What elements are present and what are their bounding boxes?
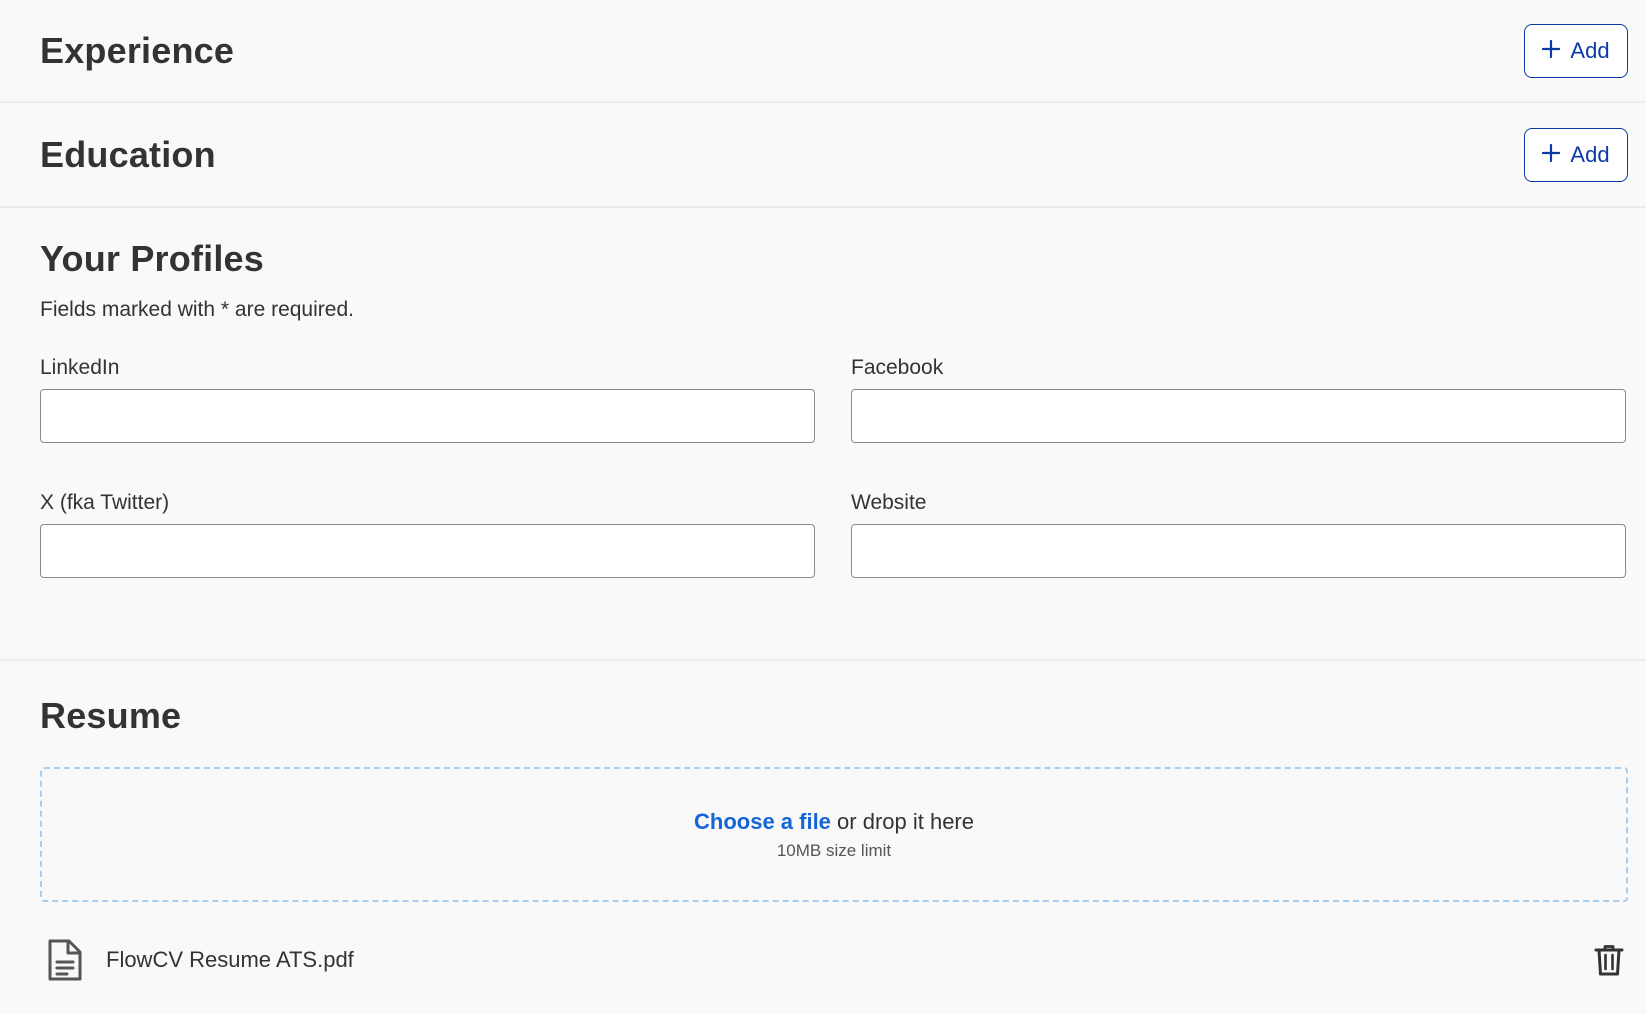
required-note: Fields marked with * are required. (40, 298, 354, 321)
education-title: Education (40, 133, 216, 175)
facebook-label: Facebook (851, 356, 944, 379)
choose-file-link[interactable]: Choose a file (694, 809, 831, 834)
website-input[interactable] (851, 524, 1626, 578)
linkedin-field-group: LinkedIn (40, 356, 815, 443)
plus-icon (1542, 142, 1561, 168)
plus-icon (1542, 38, 1561, 64)
twitter-input[interactable] (40, 524, 815, 578)
add-education-button[interactable]: Add (1524, 127, 1628, 182)
profiles-section: Your Profiles Fields marked with * are r… (0, 208, 1646, 661)
application-form: Experience Add Education Add Your Profil… (0, 0, 1646, 1014)
linkedin-input[interactable] (40, 389, 815, 443)
resume-title: Resume (40, 695, 182, 736)
drop-text: or drop it here (830, 808, 974, 834)
resume-section: Resume Choose a file or drop it here 10M… (0, 661, 1646, 982)
size-limit-text: 10MB size limit (776, 840, 892, 860)
twitter-field-group: X (fka Twitter) (40, 491, 815, 578)
add-experience-label: Add (1570, 37, 1610, 63)
document-icon (46, 938, 84, 982)
uploaded-file-name: FlowCV Resume ATS.pdf (106, 947, 354, 972)
trash-icon[interactable] (1594, 944, 1624, 976)
profiles-field-grid: LinkedIn Facebook X (fka Twitter) Websit… (40, 356, 1628, 578)
experience-section: Experience Add (0, 0, 1646, 103)
linkedin-label: LinkedIn (40, 356, 120, 379)
education-section: Education Add (0, 103, 1646, 208)
uploaded-file-row: FlowCV Resume ATS.pdf (40, 938, 1628, 982)
add-experience-button[interactable]: Add (1524, 23, 1628, 78)
dropzone-instruction: Choose a file or drop it here (694, 809, 974, 835)
facebook-field-group: Facebook (851, 356, 1626, 443)
facebook-input[interactable] (851, 389, 1626, 443)
profiles-title: Your Profiles (40, 238, 264, 279)
experience-title: Experience (40, 29, 235, 71)
twitter-label: X (fka Twitter) (40, 491, 170, 514)
resume-dropzone[interactable]: Choose a file or drop it here 10MB size … (40, 767, 1628, 902)
uploaded-file-info: FlowCV Resume ATS.pdf (46, 938, 354, 982)
website-field-group: Website (851, 491, 1626, 578)
add-education-label: Add (1570, 141, 1610, 167)
website-label: Website (851, 491, 927, 514)
